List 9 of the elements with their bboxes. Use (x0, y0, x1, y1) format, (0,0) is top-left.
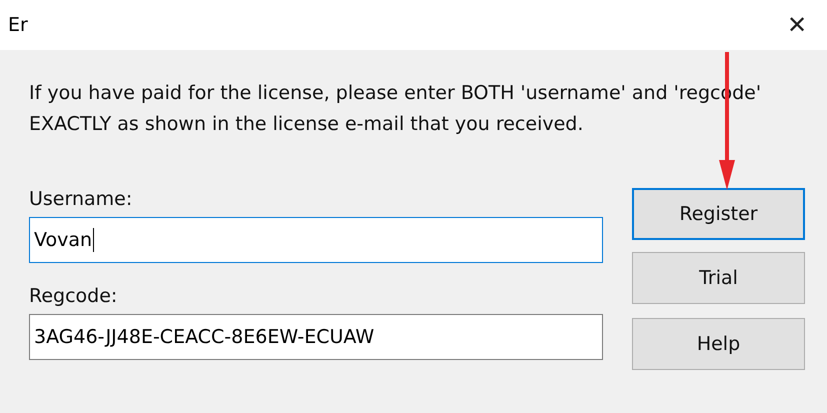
input-field[interactable]: Vovan (29, 217, 603, 263)
field-label: Username: (29, 188, 134, 212)
input-field[interactable]: 3AG46-JJ48E-CEACC-8E6EW-ECUAW (29, 314, 603, 360)
field-label: Regcode: (29, 285, 118, 309)
window-title: Er (7, 14, 28, 36)
dialog-button[interactable]: Trial (632, 252, 805, 304)
dialog-button[interactable]: Help (632, 318, 805, 370)
close-button[interactable]: ✕ (767, 0, 827, 50)
dialog-button[interactable]: Register (632, 188, 805, 240)
